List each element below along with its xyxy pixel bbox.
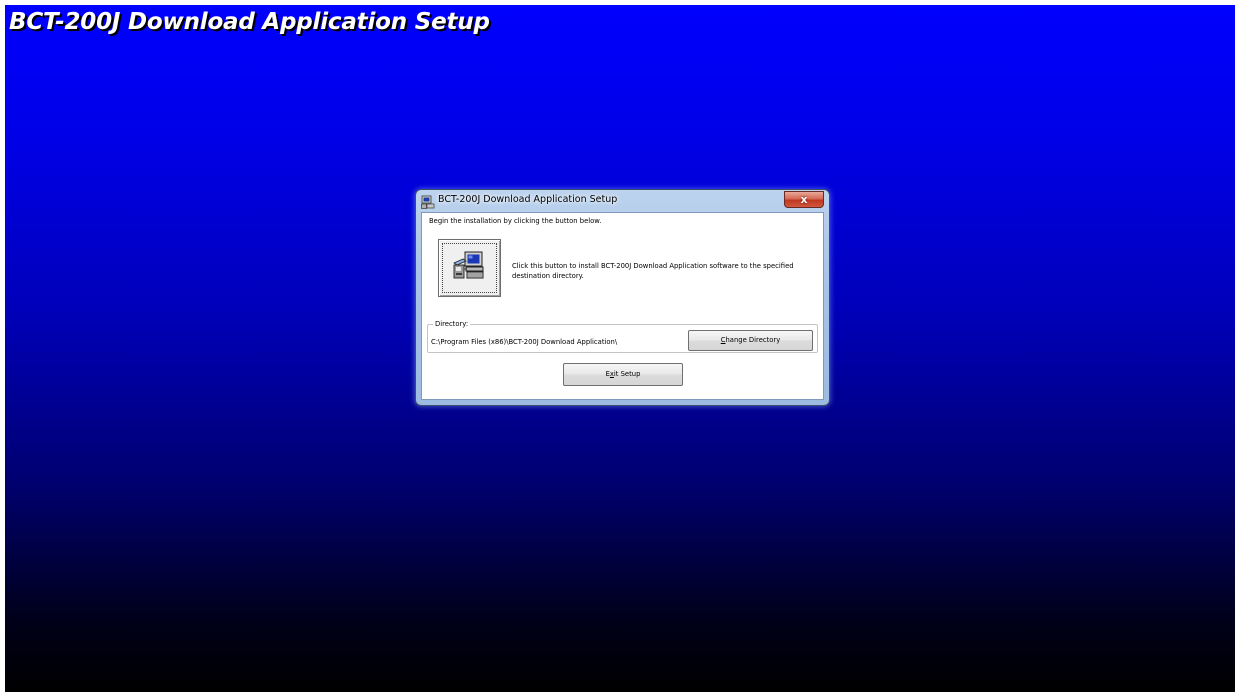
exit-setup-label-post: it Setup xyxy=(613,370,641,378)
close-button[interactable]: x xyxy=(784,191,824,208)
setup-dialog: BCT-200J Download Application Setup x Be… xyxy=(415,189,830,406)
close-icon: x xyxy=(800,193,808,206)
directory-path: C:\Program Files (x86)\BCT-200J Download… xyxy=(431,338,618,346)
dialog-client-area: Begin the installation by clicking the b… xyxy=(421,212,824,400)
install-button[interactable] xyxy=(438,239,501,297)
install-computer-icon xyxy=(453,251,484,279)
change-directory-button[interactable]: Change Directory xyxy=(688,330,813,351)
setup-computer-icon xyxy=(421,194,435,209)
change-directory-label-post: hange Directory xyxy=(725,336,781,344)
desktop-background: BCT-200J Download Application Setup BCT-… xyxy=(5,5,1235,692)
intro-text: Begin the installation by clicking the b… xyxy=(429,217,602,225)
install-description: Click this button to install BCT-200J Do… xyxy=(512,262,794,280)
exit-setup-button[interactable]: Exit Setup xyxy=(563,363,683,386)
dialog-titlebar[interactable]: BCT-200J Download Application Setup x xyxy=(416,190,829,212)
setup-banner-title: BCT-200J Download Application Setup xyxy=(9,9,490,35)
dialog-title: BCT-200J Download Application Setup xyxy=(438,194,618,205)
directory-label: Directory: xyxy=(433,320,471,329)
